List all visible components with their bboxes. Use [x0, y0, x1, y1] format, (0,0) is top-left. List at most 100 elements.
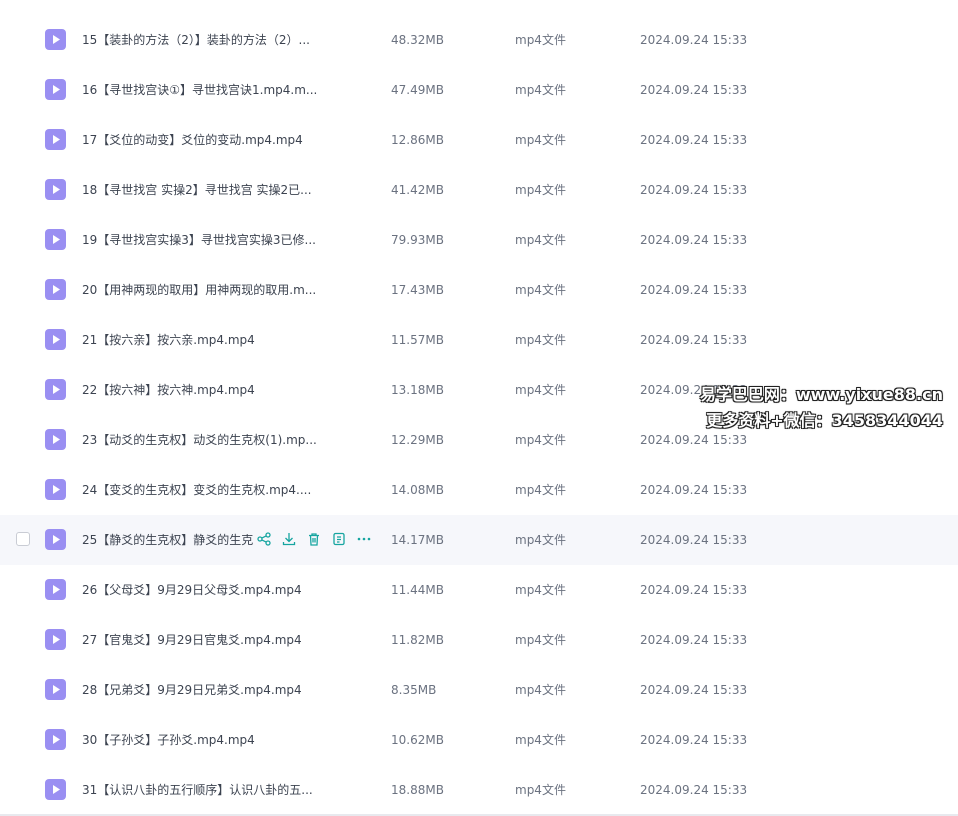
video-file-icon [45, 429, 66, 450]
file-size: 11.82MB [391, 633, 444, 647]
video-file-icon [45, 729, 66, 750]
file-row[interactable]: 25【静爻的生克权】静爻的生克 14.17MB mp4文件 2024.09.24 15… [0, 515, 958, 565]
file-type: mp4文件 [515, 583, 566, 597]
file-row[interactable]: 28【兄弟爻】9月29日兄弟爻.mp4.mp4 8.35MB mp4文件 2024.0… [0, 665, 958, 715]
file-type: mp4文件 [515, 383, 566, 397]
file-row[interactable]: 17【爻位的动变】爻位的变动.mp4.mp4 12.86MB mp4文件 2024.0… [0, 115, 958, 165]
file-name[interactable]: 27【官鬼爻】9月29日官鬼爻.mp4.mp4 [82, 631, 302, 649]
file-size: 11.44MB [391, 583, 444, 597]
file-size: 10.62MB [391, 733, 444, 747]
file-name[interactable]: 28【兄弟爻】9月29日兄弟爻.mp4.mp4 [82, 681, 302, 699]
file-type: mp4文件 [515, 633, 566, 647]
more-icon[interactable] [356, 531, 372, 547]
file-name[interactable]: 22【按六神】按六神.mp4.mp4 [82, 381, 255, 399]
file-size: 17.43MB [391, 283, 444, 297]
video-file-icon [45, 279, 66, 300]
delete-icon[interactable] [306, 531, 322, 547]
file-modified-time: 2024.09.24 15:33 [640, 233, 748, 247]
file-row[interactable]: 18【寻世找宫 实操2】寻世找宫 实操2已... 41.42MB mp4文件 2024… [0, 165, 958, 215]
file-type: mp4文件 [515, 33, 566, 47]
file-name[interactable]: 15【装卦的方法（2）】装卦的方法（2）... [82, 31, 310, 49]
file-name[interactable]: 20【用神两现的取用】用神两现的取用.m... [82, 281, 316, 299]
file-name[interactable]: 19【寻世找宫实操3】寻世找宫实操3已修... [82, 231, 316, 249]
file-modified-time: 2024.09.24 15:33 [640, 483, 748, 497]
file-type: mp4文件 [515, 233, 566, 247]
info-icon[interactable] [331, 531, 347, 547]
watermark-line-1: 易学巴巴网：www.yixue88.cn [699, 385, 943, 404]
video-file-icon [45, 129, 66, 150]
file-size: 12.86MB [391, 133, 444, 147]
download-icon[interactable] [281, 531, 297, 547]
file-type: mp4文件 [515, 183, 566, 197]
file-size: 14.17MB [391, 533, 444, 547]
file-modified-time: 2024.09.24 15:33 [640, 283, 748, 297]
video-file-icon [45, 329, 66, 350]
file-row[interactable]: 16【寻世找宫诀①】寻世找宫诀1.mp4.m... 47.49MB mp4文件 202… [0, 65, 958, 115]
file-name[interactable]: 26【父母爻】9月29日父母爻.mp4.mp4 [82, 581, 302, 599]
file-row[interactable]: 30【子孙爻】子孙爻.mp4.mp4 10.62MB mp4文件 2024.09.24… [0, 715, 958, 765]
file-size: 12.29MB [391, 433, 444, 447]
file-type: mp4文件 [515, 733, 566, 747]
video-file-icon [45, 179, 66, 200]
video-file-icon [45, 529, 66, 550]
file-type: mp4文件 [515, 683, 566, 697]
file-name[interactable]: 23【动爻的生克权】动爻的生克权(1).mp... [82, 431, 317, 449]
video-file-icon [45, 479, 66, 500]
file-size: 47.49MB [391, 83, 444, 97]
file-row[interactable]: 26【父母爻】9月29日父母爻.mp4.mp4 11.44MB mp4文件 2024.… [0, 565, 958, 615]
file-type: mp4文件 [515, 133, 566, 147]
video-file-icon [45, 379, 66, 400]
file-name[interactable]: 31【认识八卦的五行顺序】认识八卦的五... [82, 781, 313, 799]
file-size: 11.57MB [391, 333, 444, 347]
file-row[interactable]: 27【官鬼爻】9月29日官鬼爻.mp4.mp4 11.82MB mp4文件 2024.… [0, 615, 958, 665]
file-type: mp4文件 [515, 783, 566, 797]
file-modified-time: 2024.09.24 15:33 [640, 783, 748, 797]
video-file-icon [45, 79, 66, 100]
watermark-line-2: 更多资料+微信：3458344044 [706, 411, 943, 430]
file-size: 79.93MB [391, 233, 444, 247]
file-name[interactable]: 17【爻位的动变】爻位的变动.mp4.mp4 [82, 131, 303, 149]
video-file-icon [45, 229, 66, 250]
video-file-icon [45, 679, 66, 700]
file-modified-time: 2024.09.24 15:33 [640, 533, 748, 547]
file-row[interactable]: 31【认识八卦的五行顺序】认识八卦的五... 18.88MB mp4文件 2024.0… [0, 765, 958, 815]
file-name[interactable]: 25【静爻的生克权】静爻的生克 [82, 531, 253, 549]
file-modified-time: 2024.09.24 15:33 [640, 583, 748, 597]
file-modified-time: 2024.09.24 15:33 [640, 183, 748, 197]
file-modified-time: 2024.09.24 15:33 [640, 33, 748, 47]
file-row[interactable]: 24【变爻的生克权】变爻的生克权.mp4.... 14.08MB mp4文件 2024… [0, 465, 958, 515]
row-checkbox[interactable] [16, 532, 30, 546]
file-modified-time: 2024.09.24 15:33 [640, 633, 748, 647]
file-modified-time: 2024.09.24 15:33 [640, 733, 748, 747]
file-name[interactable]: 30【子孙爻】子孙爻.mp4.mp4 [82, 731, 255, 749]
file-type: mp4文件 [515, 83, 566, 97]
file-type: mp4文件 [515, 483, 566, 497]
file-type: mp4文件 [515, 533, 566, 547]
file-row[interactable]: 15【装卦的方法（2）】装卦的方法（2）... 48.32MB mp4文件 2024.… [0, 15, 958, 65]
video-file-icon [45, 629, 66, 650]
file-name[interactable]: 24【变爻的生克权】变爻的生克权.mp4.... [82, 481, 311, 499]
watermark: 易学巴巴网：www.yixue88.cn 更多资料+微信：3458344044 [700, 382, 943, 434]
file-row[interactable]: 20【用神两现的取用】用神两现的取用.m... 17.43MB mp4文件 2024.… [0, 265, 958, 315]
file-size: 14.08MB [391, 483, 444, 497]
file-size: 48.32MB [391, 33, 444, 47]
file-size: 41.42MB [391, 183, 444, 197]
file-modified-time: 2024.09.24 15:33 [640, 333, 748, 347]
file-name[interactable]: 21【按六亲】按六亲.mp4.mp4 [82, 331, 255, 349]
file-name[interactable]: 16【寻世找宫诀①】寻世找宫诀1.mp4.m... [82, 81, 317, 99]
file-size: 8.35MB [391, 683, 437, 697]
video-file-icon [45, 579, 66, 600]
video-file-icon [45, 29, 66, 50]
file-name[interactable]: 18【寻世找宫 实操2】寻世找宫 实操2已... [82, 181, 312, 199]
share-icon[interactable] [256, 531, 272, 547]
file-size: 18.88MB [391, 783, 444, 797]
video-file-icon [45, 779, 66, 800]
file-size: 13.18MB [391, 383, 444, 397]
file-type: mp4文件 [515, 283, 566, 297]
file-modified-time: 2024.09.24 15:33 [640, 683, 748, 697]
file-row[interactable]: 19【寻世找宫实操3】寻世找宫实操3已修... 79.93MB mp4文件 2024.… [0, 215, 958, 265]
file-type: mp4文件 [515, 333, 566, 347]
file-modified-time: 2024.09.24 15:33 [640, 83, 748, 97]
file-modified-time: 2024.09.24 15:33 [640, 133, 748, 147]
file-row[interactable]: 21【按六亲】按六亲.mp4.mp4 11.57MB mp4文件 2024.09.24… [0, 315, 958, 365]
